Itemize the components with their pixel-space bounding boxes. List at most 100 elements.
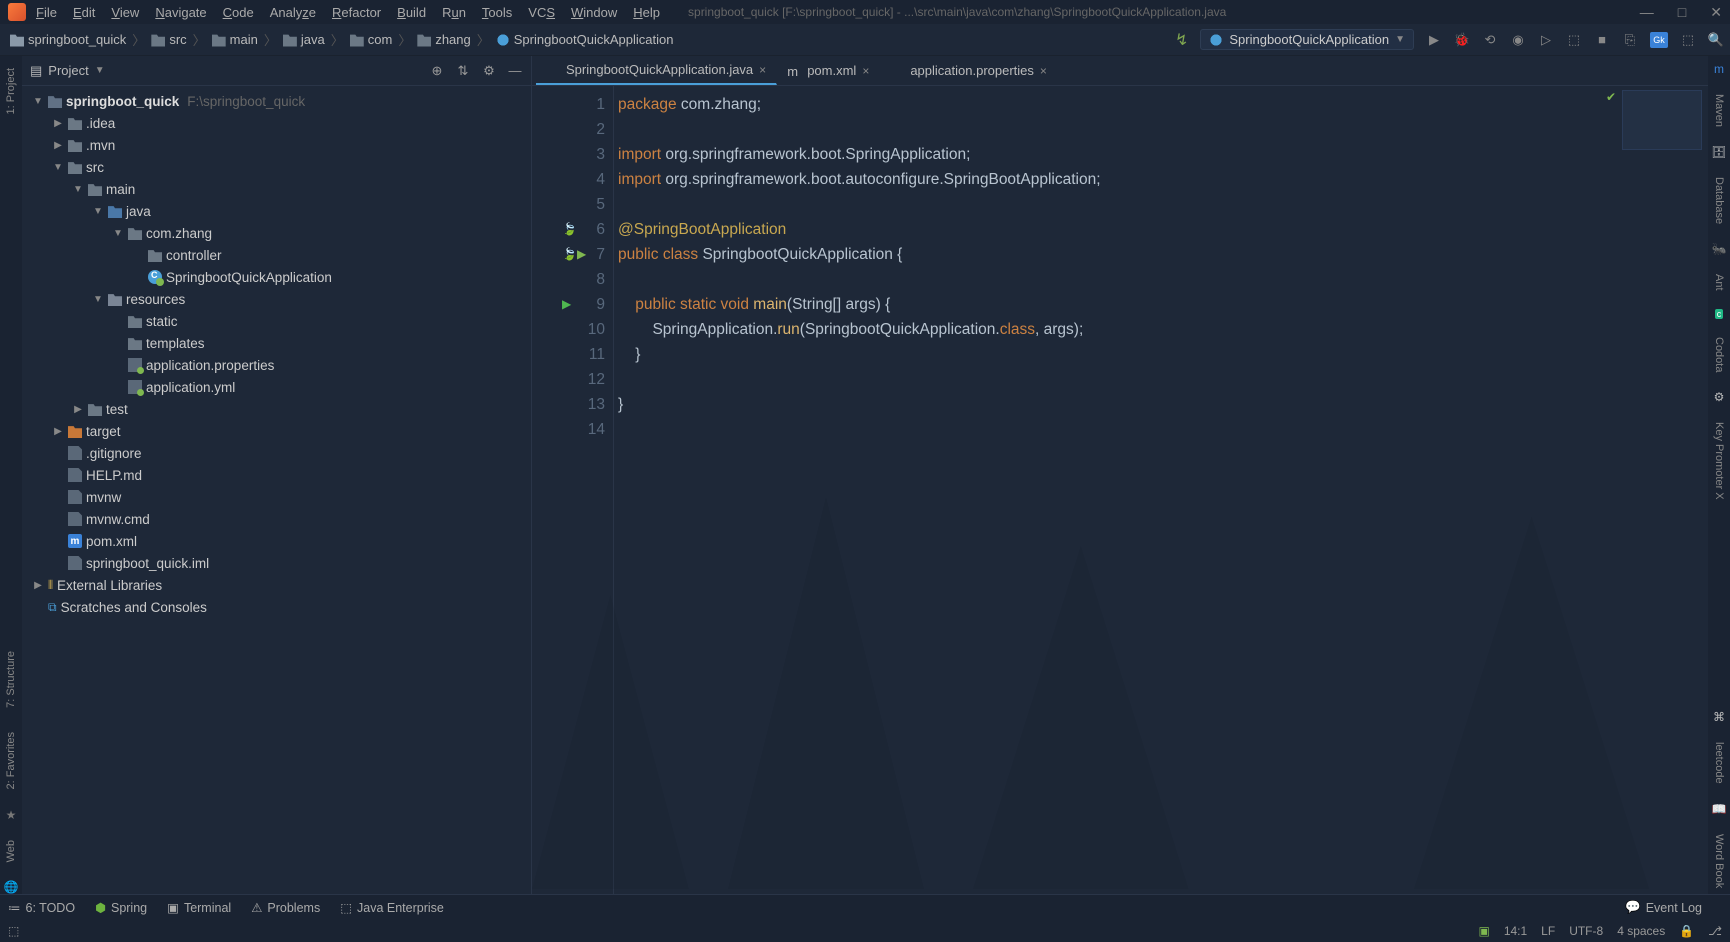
tree-test[interactable]: ▶test (22, 398, 531, 420)
toolwindow-database[interactable]: Database (1711, 171, 1727, 230)
menu-window[interactable]: Window (571, 5, 617, 20)
search-icon[interactable]: 🔍 (1708, 32, 1724, 48)
close-icon[interactable]: × (1040, 64, 1047, 78)
tree-app-class[interactable]: SpringbootQuickApplication (22, 266, 531, 288)
toolwindow-problems[interactable]: ⚠Problems (251, 900, 320, 915)
tree-appprops[interactable]: application.properties (22, 354, 531, 376)
tree-iml[interactable]: springboot_quick.iml (22, 552, 531, 574)
code-area[interactable]: 1234567891011121314 🍃🍃▶ ▶ package com.zh… (532, 86, 1708, 894)
tree-controller[interactable]: controller (22, 244, 531, 266)
toolwindow-terminal[interactable]: ▣Terminal (167, 900, 231, 915)
menu-tools[interactable]: Tools (482, 5, 512, 20)
toolwindow-structure[interactable]: 7: Structure (3, 645, 19, 714)
translate-icon[interactable]: Gk (1650, 32, 1668, 48)
menu-code[interactable]: Code (223, 5, 254, 20)
tree-help[interactable]: HELP.md (22, 464, 531, 486)
tree-appyml[interactable]: application.yml (22, 376, 531, 398)
maximize-button[interactable]: □ (1678, 4, 1686, 21)
crumb-project[interactable]: springboot_quick (6, 30, 130, 49)
debug-button[interactable]: 🐞 (1454, 32, 1470, 48)
toolwindow-web[interactable]: Web (3, 834, 19, 868)
toolwindow-leetcode[interactable]: leetcode (1711, 736, 1727, 790)
run-gutter-icon[interactable]: 🍃▶ (562, 242, 602, 267)
tree-gitignore[interactable]: .gitignore (22, 442, 531, 464)
minimize-button[interactable]: — (1640, 4, 1654, 21)
sidebar-title[interactable]: ▤ Project ▼ (30, 63, 105, 79)
spring-leaf-icon[interactable]: 🍃 (562, 217, 602, 242)
tree-mvnw[interactable]: mvnw (22, 486, 531, 508)
lock-icon[interactable]: 🔒 (1679, 924, 1694, 938)
tree-extlib[interactable]: ▶⫴External Libraries (22, 574, 531, 596)
layout-icon[interactable]: ⬚ (1680, 32, 1696, 48)
menu-vcs[interactable]: VCS (528, 5, 555, 20)
tree-templates[interactable]: templates (22, 332, 531, 354)
crumb-com[interactable]: com (346, 30, 397, 49)
status-eol[interactable]: LF (1541, 924, 1555, 938)
status-position[interactable]: 14:1 (1504, 924, 1527, 938)
toolwindow-maven[interactable]: Maven (1711, 88, 1727, 133)
close-icon[interactable]: × (759, 63, 766, 77)
crumb-java[interactable]: java (279, 30, 329, 49)
close-icon[interactable]: × (862, 64, 869, 78)
locate-icon[interactable]: ⊕ (429, 63, 445, 79)
stop-button[interactable]: ■ (1594, 32, 1610, 48)
attach-button[interactable]: ▷ (1538, 32, 1554, 48)
tree-target[interactable]: ▶target (22, 420, 531, 442)
code-minimap[interactable] (1622, 90, 1702, 150)
toolwindow-project[interactable]: 1: Project (3, 62, 19, 120)
tree-scratches[interactable]: ⧉Scratches and Consoles (22, 596, 531, 618)
tab-app-java[interactable]: SpringbootQuickApplication.java× (536, 56, 777, 85)
menu-file[interactable]: File (36, 5, 57, 20)
crumb-class[interactable]: SpringbootQuickApplication (492, 30, 678, 49)
git-status-icon[interactable]: ⎇ (1708, 924, 1722, 938)
menu-view[interactable]: View (111, 5, 139, 20)
profile-button[interactable]: ◉ (1510, 32, 1526, 48)
menu-help[interactable]: Help (633, 5, 660, 20)
toolwindow-ant[interactable]: Ant (1711, 268, 1727, 297)
run-config-dropdown[interactable]: SpringbootQuickApplication ▼ (1200, 29, 1414, 50)
crumb-src[interactable]: src (147, 30, 190, 49)
tree-pom[interactable]: mpom.xml (22, 530, 531, 552)
toolwindow-spring[interactable]: ⬢Spring (95, 900, 147, 915)
vcs-button[interactable]: ⎘ (1622, 32, 1638, 48)
event-log-button[interactable]: 💬Event Log (1625, 900, 1702, 915)
tree-src[interactable]: ▼src (22, 156, 531, 178)
tree-main[interactable]: ▼main (22, 178, 531, 200)
tree-mvn[interactable]: ▶.mvn (22, 134, 531, 156)
menu-refactor[interactable]: Refactor (332, 5, 381, 20)
hide-icon[interactable]: — (507, 63, 523, 78)
crumb-main[interactable]: main (208, 30, 262, 49)
toolwindow-codota[interactable]: Codota (1711, 331, 1727, 378)
expand-icon[interactable]: ⇅ (455, 63, 471, 79)
tree-pkg[interactable]: ▼com.zhang (22, 222, 531, 244)
toolwindow-favorites[interactable]: 2: Favorites (3, 726, 19, 795)
tree-mvnwcmd[interactable]: mvnw.cmd (22, 508, 531, 530)
menu-run[interactable]: Run (442, 5, 466, 20)
menu-edit[interactable]: Edit (73, 5, 95, 20)
run-gutter-icon[interactable]: ▶ (562, 292, 602, 317)
tab-appprops[interactable]: application.properties× (880, 56, 1058, 85)
crumb-zhang[interactable]: zhang (413, 30, 474, 49)
toolwindow-wordbook[interactable]: Word Book (1711, 828, 1727, 894)
project-tree[interactable]: ▼springboot_quickF:\springboot_quick ▶.i… (22, 86, 531, 894)
status-encoding[interactable]: UTF-8 (1569, 924, 1603, 938)
terminal-status-icon[interactable]: ▣ (1478, 924, 1489, 938)
toolwindow-keypromoter[interactable]: Key Promoter X (1711, 416, 1727, 506)
toolwindow-todo[interactable]: ≔6: TODO (8, 900, 75, 915)
status-indent[interactable]: 4 spaces (1617, 924, 1665, 938)
tree-java[interactable]: ▼java (22, 200, 531, 222)
close-button[interactable]: ✕ (1710, 4, 1722, 21)
menu-navigate[interactable]: Navigate (155, 5, 206, 20)
tree-static[interactable]: static (22, 310, 531, 332)
toolwindow-javaee[interactable]: ⬚Java Enterprise (340, 900, 444, 915)
run-button[interactable]: ▶ (1426, 32, 1442, 48)
menu-build[interactable]: Build (397, 5, 426, 20)
menu-analyze[interactable]: Analyze (270, 5, 316, 20)
build-icon[interactable]: ↯ (1175, 30, 1188, 50)
tree-idea[interactable]: ▶.idea (22, 112, 531, 134)
tree-resources[interactable]: ▼resources (22, 288, 531, 310)
tree-root[interactable]: ▼springboot_quickF:\springboot_quick (22, 90, 531, 112)
coverage-button[interactable]: ⟲ (1482, 32, 1498, 48)
tab-pom[interactable]: mpom.xml× (777, 56, 880, 85)
code-text[interactable]: package com.zhang; import org.springfram… (614, 86, 1708, 894)
